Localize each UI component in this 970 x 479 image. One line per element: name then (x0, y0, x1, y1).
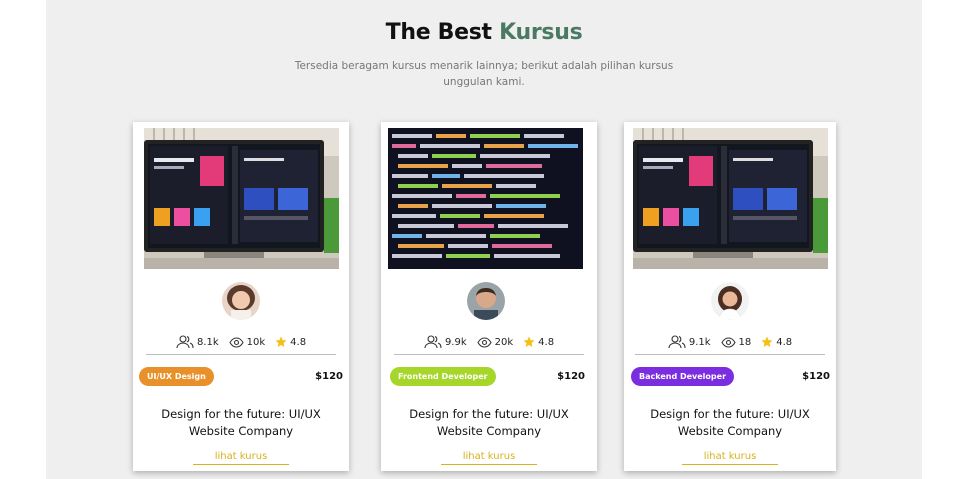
users-icon (176, 335, 194, 349)
course-title[interactable]: Design for the future: UI/UX Website Com… (143, 406, 339, 440)
rating-stat: 4.8 (761, 336, 792, 348)
views-count: 18 (738, 336, 752, 348)
category-badge[interactable]: Backend Developer (631, 367, 735, 386)
course-stats: 8.1k 10k 4.8 (145, 335, 337, 349)
course-title[interactable]: Design for the future: UI/UX Website Com… (632, 406, 828, 440)
users-icon (424, 335, 442, 349)
members-stat: 8.1k (176, 335, 219, 349)
category-badge[interactable]: Frontend Developer (390, 367, 496, 386)
price: $120 (802, 371, 830, 382)
members-count: 9.9k (444, 336, 467, 348)
eye-icon (229, 336, 244, 348)
course-thumbnail (144, 128, 339, 269)
divider (394, 354, 584, 355)
course-thumbnail (388, 128, 583, 269)
rating-stat: 4.8 (523, 336, 554, 348)
price: $120 (315, 371, 343, 382)
view-course-link[interactable]: lihat kurus (441, 450, 537, 465)
course-card[interactable]: 9.1k 18 4.8 Backend Developer $120 Desig… (624, 122, 836, 471)
course-card[interactable]: 9.9k 20k 4.8 Frontend Developer $120 Des… (381, 122, 597, 471)
instructor-avatar[interactable] (711, 282, 749, 320)
section-title: The Best Kursus (46, 20, 922, 45)
divider (635, 354, 825, 355)
category-badge[interactable]: UI/UX Design (139, 367, 214, 386)
view-course-link[interactable]: lihat kurus (682, 450, 778, 465)
views-stat: 20k (477, 336, 514, 348)
rating-value: 4.8 (538, 336, 555, 348)
views-stat: 18 (720, 336, 752, 348)
instructor-avatar[interactable] (222, 282, 260, 320)
star-icon (523, 336, 535, 347)
title-main: The Best (385, 20, 492, 45)
members-count: 8.1k (196, 336, 219, 348)
members-stat: 9.9k (424, 335, 467, 349)
instructor-avatar[interactable] (467, 282, 505, 320)
rating-stat: 4.8 (275, 336, 306, 348)
view-course-link[interactable]: lihat kurus (193, 450, 289, 465)
views-count: 10k (246, 336, 266, 348)
price: $120 (557, 371, 585, 382)
users-icon (668, 335, 686, 349)
star-icon (761, 336, 773, 347)
members-count: 9.1k (688, 336, 711, 348)
best-courses-section: The Best Kursus Tersedia beragam kursus … (46, 0, 922, 479)
rating-value: 4.8 (776, 336, 793, 348)
views-count: 20k (494, 336, 514, 348)
title-accent: Kursus (499, 20, 583, 45)
course-card[interactable]: 8.1k 10k 4.8 UI/UX Design $120 Design fo… (133, 122, 349, 471)
eye-icon (477, 336, 492, 348)
divider (146, 354, 336, 355)
course-title[interactable]: Design for the future: UI/UX Website Com… (391, 406, 587, 440)
rating-value: 4.8 (290, 336, 307, 348)
views-stat: 10k (229, 336, 266, 348)
course-thumbnail (633, 128, 828, 269)
course-stats: 9.9k 20k 4.8 (393, 335, 585, 349)
section-subtitle: Tersedia beragam kursus menarik lainnya;… (294, 60, 674, 88)
eye-icon (720, 336, 736, 348)
course-stats: 9.1k 18 4.8 (634, 335, 826, 349)
members-stat: 9.1k (668, 335, 711, 349)
star-icon (275, 336, 287, 347)
